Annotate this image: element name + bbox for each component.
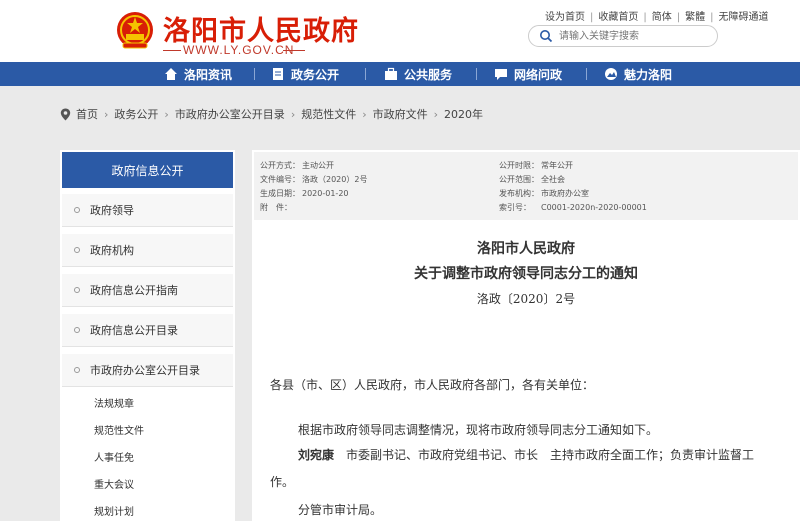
nav-item-news[interactable]: 洛阳资讯 bbox=[164, 62, 232, 86]
meta-value: 2020-01-20 bbox=[302, 189, 349, 198]
sidebar-title: 政府信息公开 bbox=[62, 152, 233, 188]
nav-label: 洛阳资讯 bbox=[184, 67, 233, 82]
sidebar-subitem-regulations[interactable]: 法规规章 bbox=[94, 395, 134, 410]
document-title: 关于调整市政府领导同志分工的通知 bbox=[414, 266, 638, 282]
breadcrumb-government-affairs[interactable]: 政务公开 bbox=[114, 106, 158, 122]
bullet-icon bbox=[74, 367, 80, 373]
sidebar-subitem-meetings[interactable]: 重大会议 bbox=[94, 476, 134, 491]
document-meta-table: 公开方式： 主动公开 文件编号： 洛政（2020）2号 生成日期： 2020-01-2… bbox=[254, 152, 798, 220]
sidebar-item-catalog[interactable]: 政府信息公开目录 bbox=[62, 314, 233, 347]
nav-item-government-affairs[interactable]: 政务公开 bbox=[271, 62, 339, 86]
meta-value: 常年公开 bbox=[541, 161, 573, 170]
meta-value: 市政府办公室 bbox=[541, 189, 589, 198]
simplified-link[interactable]: 简体 bbox=[652, 12, 672, 23]
search-input[interactable] bbox=[559, 28, 709, 44]
bullet-icon bbox=[74, 247, 80, 253]
breadcrumb-office-catalog[interactable]: 市政府办公室公开目录 bbox=[175, 106, 285, 122]
meta-value: 全社会 bbox=[541, 175, 565, 184]
breadcrumb: 首页 › 政务公开 › 市政府办公室公开目录 › 规范性文件 › 市政府文件 › 2020… bbox=[60, 106, 483, 122]
breadcrumb-city-docs[interactable]: 市政府文件 bbox=[373, 106, 428, 122]
search-icon[interactable] bbox=[539, 29, 553, 43]
leader-duty-paragraph: 刘宛康 市委副书记、市政府党组书记、市长 主持市政府全面工作；负责审计监督工 bbox=[298, 448, 755, 462]
sidebar-item-office-catalog[interactable]: 市政府办公室公开目录 bbox=[62, 354, 233, 387]
search-box[interactable] bbox=[528, 25, 718, 47]
briefcase-icon bbox=[385, 67, 397, 80]
sidebar: 政府信息公开 政府领导 政府机构 政府信息公开指南 政府信息公开目录 市政府办公… bbox=[60, 150, 235, 521]
nav-label: 魅力洛阳 bbox=[624, 67, 673, 82]
main-nav: 洛阳资讯 政务公开 公共服务 网络问政 魅力洛阳 bbox=[0, 62, 800, 86]
breadcrumb-year[interactable]: 2020年 bbox=[444, 106, 483, 122]
nav-label: 公共服务 bbox=[404, 67, 453, 82]
accessibility-link[interactable]: 无障碍通道 bbox=[719, 12, 769, 23]
url-right-rule bbox=[283, 50, 305, 51]
bullet-icon bbox=[74, 207, 80, 213]
chevron-right-icon: › bbox=[164, 107, 169, 121]
nav-label: 网络问政 bbox=[514, 67, 563, 82]
bullet-icon bbox=[74, 327, 80, 333]
sidebar-item-institutions[interactable]: 政府机构 bbox=[62, 234, 233, 267]
national-emblem-icon bbox=[117, 12, 153, 49]
chevron-right-icon: › bbox=[104, 107, 109, 121]
intro-paragraph: 根据市政府领导同志调整情况，现将市政府领导同志分工通知如下。 bbox=[298, 423, 659, 437]
url-left-rule bbox=[163, 50, 181, 51]
sidebar-subitem-normative-docs[interactable]: 规范性文件 bbox=[94, 422, 144, 437]
document-number: 洛政〔2020〕2号 bbox=[476, 292, 576, 306]
traditional-link[interactable]: 繁體 bbox=[685, 12, 705, 23]
nav-item-online-inquiry[interactable]: 网络问政 bbox=[494, 62, 562, 86]
chevron-right-icon: › bbox=[433, 107, 439, 121]
leader-name: 刘宛康 bbox=[298, 448, 335, 462]
meta-value: C0001-2020n-2020-00001 bbox=[541, 203, 647, 212]
nav-item-public-service[interactable]: 公共服务 bbox=[384, 62, 452, 86]
set-homepage-link[interactable]: 设为首页 bbox=[545, 12, 585, 23]
meta-value: 主动公开 bbox=[302, 161, 334, 170]
breadcrumb-home[interactable]: 首页 bbox=[76, 106, 98, 122]
chat-icon bbox=[495, 69, 507, 80]
sidebar-item-leaders[interactable]: 政府领导 bbox=[62, 194, 233, 227]
nav-label: 政务公开 bbox=[291, 67, 340, 82]
salutation: 各县（市、区）人民政府，市人民政府各部门，各有关单位： bbox=[270, 378, 595, 392]
nav-item-charm-luoyang[interactable]: 魅力洛阳 bbox=[604, 62, 672, 86]
article-panel: 公开方式： 主动公开 文件编号： 洛政（2020）2号 生成日期： 2020-01-2… bbox=[252, 150, 800, 521]
meta-value: 洛政（2020）2号 bbox=[302, 175, 368, 184]
site-header: 洛阳市人民政府 WWW.LY.GOV.CN 设为首页 | 收藏首页 | 简体 | 繁體 | 无障… bbox=[0, 0, 800, 62]
scenery-icon bbox=[605, 68, 617, 80]
chevron-right-icon: › bbox=[290, 107, 296, 121]
sidebar-item-guide[interactable]: 政府信息公开指南 bbox=[62, 274, 233, 307]
bullet-icon bbox=[74, 287, 80, 293]
leader-duty-continued: 作。 bbox=[270, 475, 295, 489]
sidebar-subitem-appointments[interactable]: 人事任免 bbox=[94, 449, 134, 464]
leader-manages: 分管市审计局。 bbox=[298, 503, 383, 517]
home-icon bbox=[165, 68, 177, 80]
site-url: WWW.LY.GOV.CN bbox=[183, 43, 295, 57]
breadcrumb-normative-docs[interactable]: 规范性文件 bbox=[301, 106, 356, 122]
document-icon bbox=[273, 68, 283, 80]
chevron-right-icon: › bbox=[362, 107, 367, 121]
bookmark-link[interactable]: 收藏首页 bbox=[598, 12, 638, 23]
sidebar-subitem-plans[interactable]: 规划计划 bbox=[94, 503, 134, 518]
top-links: 设为首页 | 收藏首页 | 简体 | 繁體 | 无障碍通道 bbox=[545, 12, 769, 23]
document-title-issuer: 洛阳市人民政府 bbox=[477, 241, 575, 257]
location-pin-icon bbox=[60, 108, 71, 120]
